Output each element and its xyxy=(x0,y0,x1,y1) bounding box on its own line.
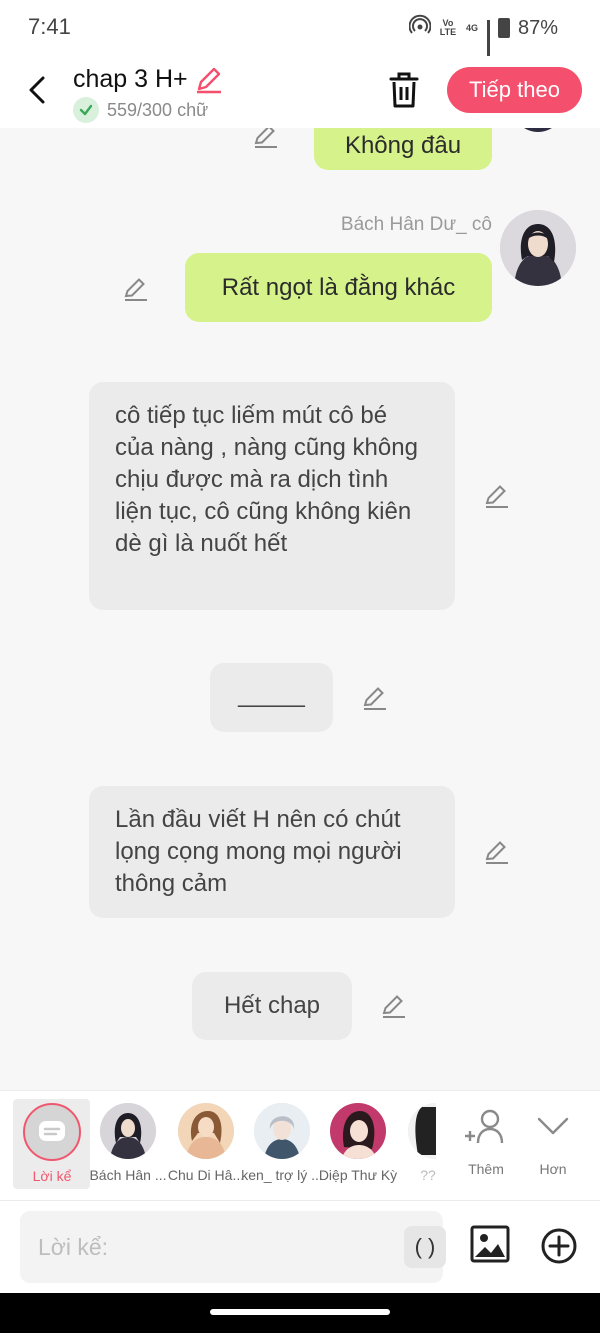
status-time: 7:41 xyxy=(28,14,71,39)
message-bubble[interactable]: Rất ngọt là đằng khác xyxy=(185,253,492,322)
home-indicator[interactable] xyxy=(210,1309,390,1315)
back-button[interactable] xyxy=(20,70,54,110)
parenthesis-button[interactable]: ( ) xyxy=(404,1226,446,1268)
trash-icon xyxy=(389,72,419,108)
add-character-button[interactable]: Thêm xyxy=(456,1105,516,1185)
edit-title-icon[interactable] xyxy=(194,64,224,94)
character-avatar xyxy=(408,1103,436,1159)
character-name: ?? xyxy=(420,1167,436,1183)
title-row[interactable]: chap 3 H+ xyxy=(73,64,224,94)
narrator-button[interactable] xyxy=(23,1103,81,1161)
add-character-label: Thêm xyxy=(468,1161,504,1177)
more-button[interactable]: Hơn xyxy=(523,1105,583,1185)
check-icon xyxy=(73,97,99,123)
message-bubble[interactable]: Không đâu xyxy=(314,128,492,170)
status-bar: 7:41 Vo LTE 4G 87% xyxy=(0,0,600,63)
page-title: chap 3 H+ xyxy=(73,64,188,93)
character-name: Bách Hân ... xyxy=(89,1167,167,1183)
image-icon xyxy=(470,1225,510,1263)
chat-area[interactable]: Không đâu Bách Hân Dư_ cô Rất ngọt là đằ… xyxy=(0,128,600,1090)
character-item[interactable]: Diệp Thư Kỳ xyxy=(318,1101,398,1189)
narration-bubble[interactable]: Lần đầu viết H nên có chút lọng cọng mon… xyxy=(89,786,455,918)
add-button[interactable] xyxy=(540,1227,578,1265)
narrator-label: Lời kể xyxy=(32,1168,72,1184)
battery-percent: 87% xyxy=(517,16,558,39)
character-avatar xyxy=(100,1103,156,1159)
character-name: ken_ trợ lý ... xyxy=(241,1167,323,1183)
character-name: Diệp Thư Kỳ xyxy=(318,1167,398,1183)
narration-bubble[interactable]: _____ xyxy=(210,663,333,732)
avatar-image xyxy=(500,210,576,286)
more-label: Hơn xyxy=(539,1161,567,1177)
image-button[interactable] xyxy=(470,1225,510,1265)
word-count: 559/300 chữ xyxy=(73,97,208,123)
edit-icon[interactable] xyxy=(361,684,389,712)
character-item[interactable]: Chu Di Hâ... xyxy=(166,1101,246,1189)
sender-name: Bách Hân Dư_ cô xyxy=(340,214,492,235)
edit-icon[interactable] xyxy=(380,992,408,1020)
delete-button[interactable] xyxy=(386,70,422,110)
character-item[interactable]: ?? xyxy=(396,1101,440,1189)
status-icons: Vo LTE 4G 87% xyxy=(408,14,558,63)
narration-bubble[interactable]: cô tiếp tục liếm mút cô bé của nàng , nà… xyxy=(89,382,455,610)
input-bar: ( ) xyxy=(0,1200,600,1293)
network-label: 4G xyxy=(465,22,478,33)
chevron-down-icon xyxy=(537,1117,569,1135)
character-item[interactable]: ken_ trợ lý ... xyxy=(241,1101,323,1189)
system-nav-bar xyxy=(0,1293,600,1333)
add-person-icon xyxy=(465,1109,504,1144)
plus-circle-icon xyxy=(541,1228,577,1264)
character-avatar xyxy=(254,1103,310,1159)
narration-bubble[interactable]: Hết chap xyxy=(192,972,352,1040)
character-avatar xyxy=(330,1103,386,1159)
signal-icon xyxy=(486,20,490,63)
character-avatar xyxy=(178,1103,234,1159)
avatar[interactable] xyxy=(500,210,576,286)
character-bar: Lời kể Bách Hân ... Chu Di Hâ... ken_ tr… xyxy=(0,1090,600,1200)
message-input[interactable] xyxy=(38,1229,378,1265)
chat-bubble-icon xyxy=(39,1121,65,1141)
edit-icon[interactable] xyxy=(483,482,511,510)
character-name: Chu Di Hâ... xyxy=(167,1167,245,1183)
battery-icon xyxy=(497,18,510,38)
back-arrow-icon xyxy=(29,76,45,104)
next-button[interactable]: Tiếp theo xyxy=(447,67,582,113)
avatar-partial xyxy=(512,128,564,132)
edit-icon[interactable] xyxy=(483,838,511,866)
volte-label: Vo LTE xyxy=(439,18,457,37)
word-count-text: 559/300 chữ xyxy=(107,99,209,120)
edit-icon[interactable] xyxy=(122,275,150,303)
character-item[interactable]: Bách Hân ... xyxy=(88,1101,168,1189)
hotspot-icon xyxy=(408,14,432,42)
header: chap 3 H+ 559/300 chữ Tiếp theo xyxy=(0,56,600,128)
message-input-container[interactable]: ( ) xyxy=(20,1211,446,1283)
edit-icon[interactable] xyxy=(252,128,280,150)
